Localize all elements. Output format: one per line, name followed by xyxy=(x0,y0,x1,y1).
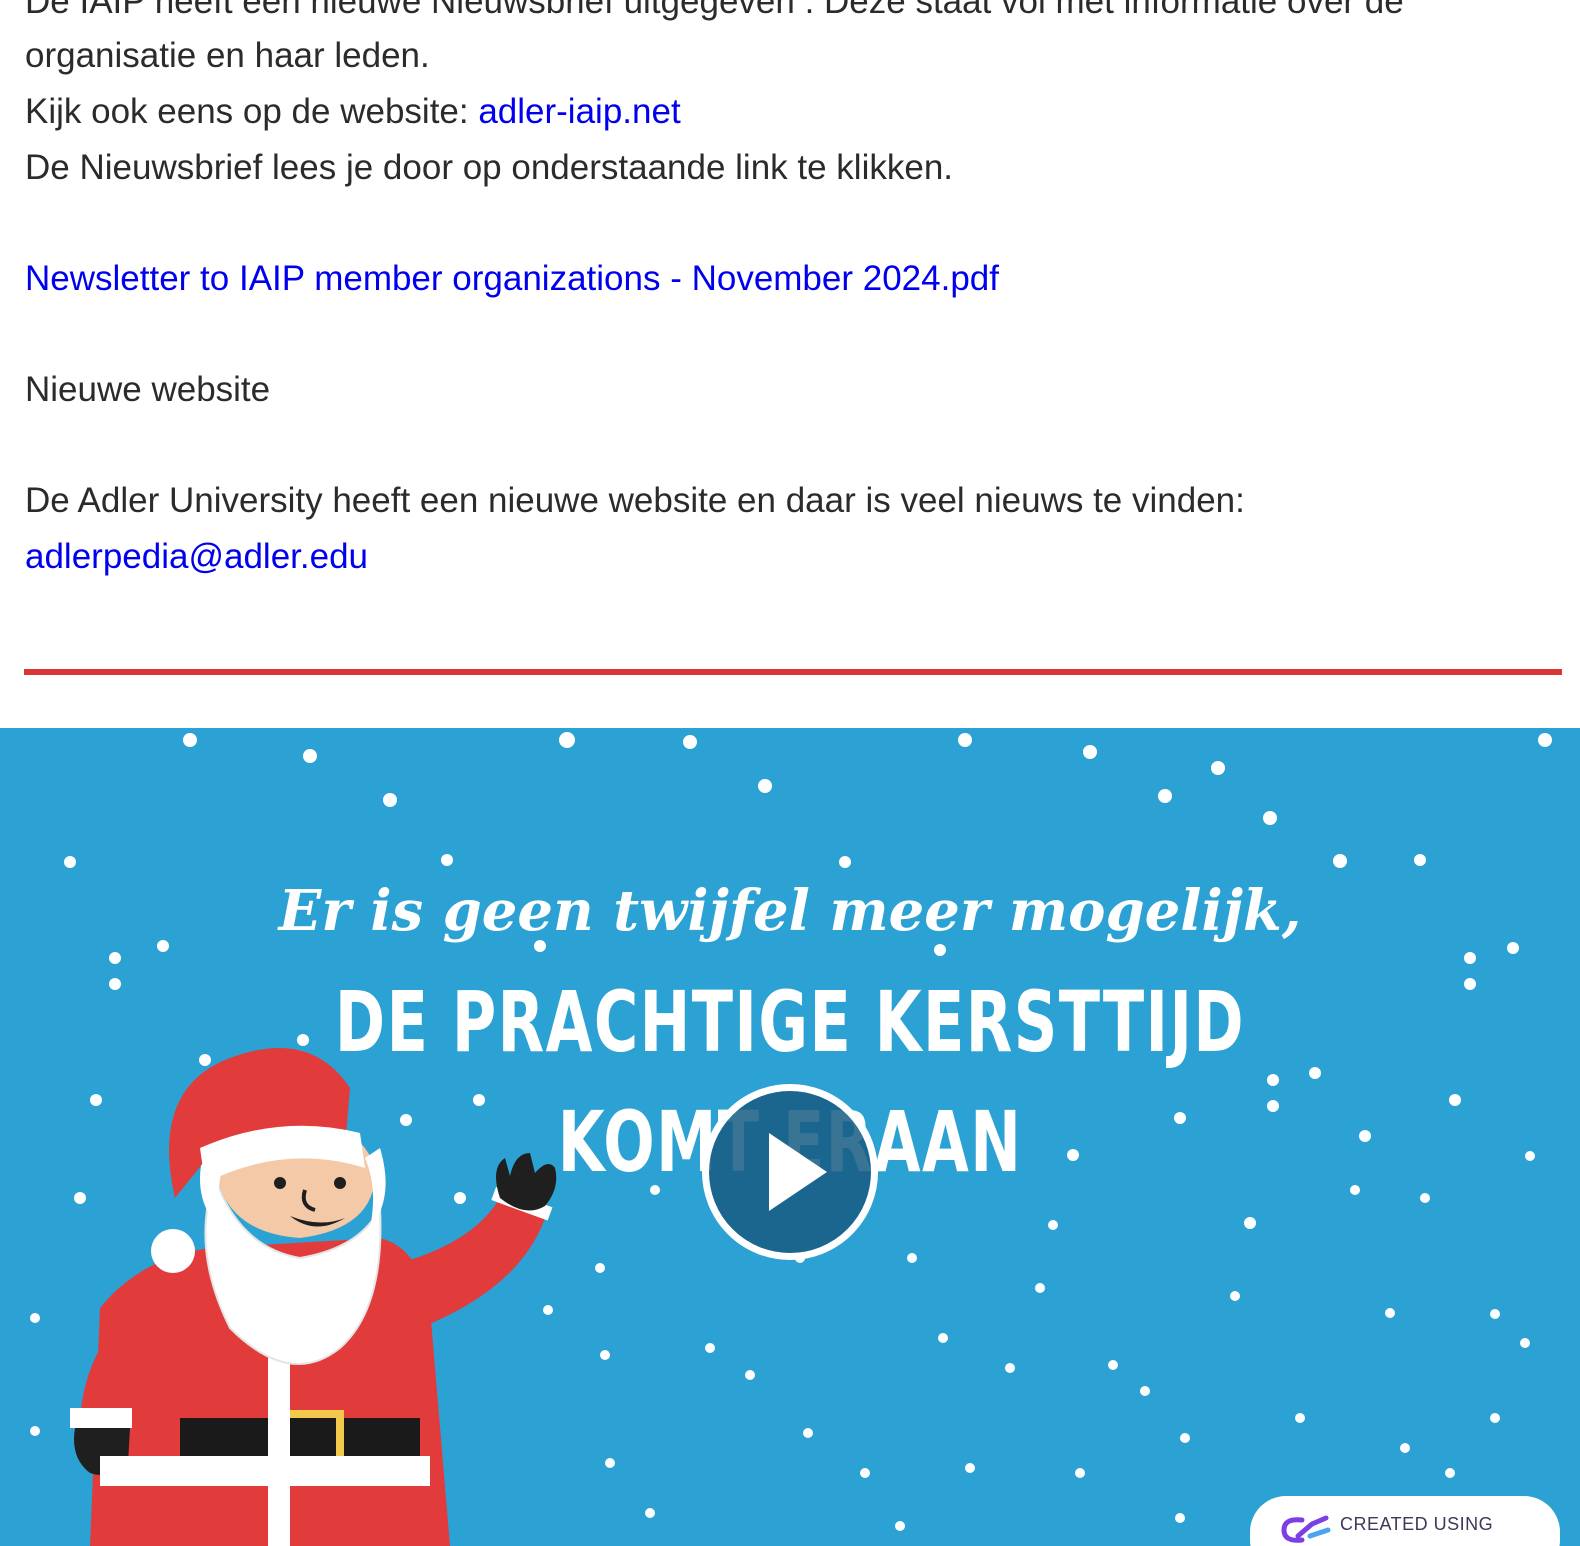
video-headline-main: DE PRACHTIGE KERSTTIJD xyxy=(334,973,1246,1071)
intro-text-line: organisatie en haar leden. xyxy=(25,36,430,75)
website-sentence: Kijk ook eens op de website: adler-iaip.… xyxy=(25,84,681,140)
play-button[interactable] xyxy=(702,1084,878,1260)
email-link[interactable]: adlerpedia@adler.edu xyxy=(25,537,368,576)
intro-text-line: De IAIP heeft een nieuwe Nieuwsbrief uit… xyxy=(25,0,1404,21)
section-divider xyxy=(24,669,1562,675)
video-embed[interactable]: Er is geen twijfel meer mogelijk, DE PRA… xyxy=(0,728,1580,1546)
website-link[interactable]: adler-iaip.net xyxy=(478,92,680,131)
brand-logo-icon xyxy=(1281,1515,1331,1543)
adler-website-text: De Adler University heeft een nieuwe web… xyxy=(25,481,1245,520)
section-heading: Nieuwe website xyxy=(25,370,271,409)
created-using-label: CREATED USING xyxy=(1340,1514,1494,1534)
created-using-badge: CREATED USING xyxy=(1250,1496,1560,1546)
video-headline-top: Er is geen twijfel meer mogelijk, xyxy=(278,878,1302,944)
newsletter-instruction: De Nieuwsbrief lees je door op onderstaa… xyxy=(25,148,954,187)
newsletter-pdf-link[interactable]: Newsletter to IAIP member organizations … xyxy=(25,259,999,298)
play-icon xyxy=(769,1133,827,1211)
website-sentence-prefix: Kijk ook eens op de website: xyxy=(25,92,479,131)
